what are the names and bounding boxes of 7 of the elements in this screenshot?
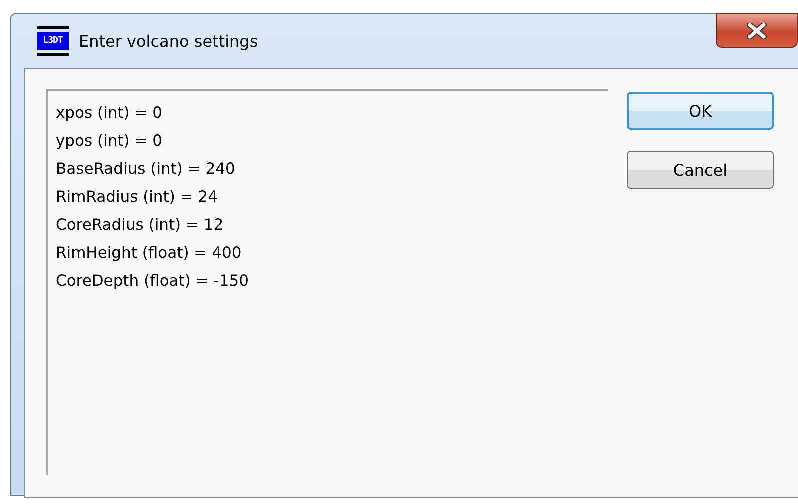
- window-title: Enter volcano settings: [79, 32, 258, 50]
- cancel-button[interactable]: Cancel: [627, 151, 774, 189]
- ok-button[interactable]: OK: [627, 92, 774, 130]
- close-button[interactable]: [716, 13, 798, 48]
- close-icon: [746, 22, 768, 38]
- app-logo: L3DT: [37, 26, 69, 56]
- settings-text-area[interactable]: xpos (int) = 0 ypos (int) = 0 BaseRadius (int) = 240 RimRadius (int) = 24 CoreRadius (int) = 12 RimHeight (float) = 400 CoreDepth (float) = -150: [46, 89, 608, 475]
